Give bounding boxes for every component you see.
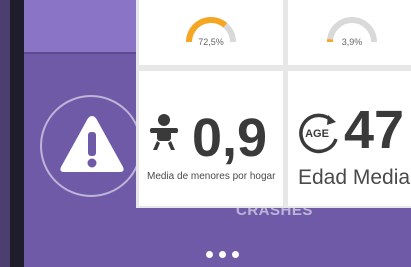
metric-tile-age[interactable]: AGE 47 Edad Media <box>288 71 411 206</box>
warning-triangle-icon <box>60 116 124 172</box>
metric-tile-children[interactable]: 0,9 Media de menores por hogar <box>139 71 283 206</box>
pager-dot-1[interactable] <box>206 251 213 258</box>
metric-tiles-grid: 72,5% 3,9% 0,9 Media de menores por hoga… <box>136 0 411 208</box>
age-average-value: 47 <box>344 100 405 160</box>
crashes-slide-header <box>24 0 144 52</box>
age-icon-text: AGE <box>305 128 329 140</box>
pager-dot-2[interactable] <box>219 251 226 258</box>
slide-pager[interactable] <box>206 251 239 258</box>
baby-icon <box>150 114 178 150</box>
slide-gap <box>10 0 24 267</box>
gauge-tile-2[interactable]: 3,9% <box>288 0 411 65</box>
age-average-caption: Edad Media <box>298 166 411 189</box>
pager-dot-3[interactable] <box>232 251 239 258</box>
age-icon: AGE <box>299 113 338 154</box>
children-average-caption: Media de menores por hogar <box>147 171 276 182</box>
gauge-value-2: 3,9% <box>341 37 363 47</box>
children-average-value: 0,9 <box>192 108 268 168</box>
gauge-value-1: 72,5% <box>198 37 224 47</box>
crashes-slide-divider <box>24 52 144 54</box>
previous-slide-edge <box>0 0 10 267</box>
dashboard-stage: CRASHES 72,5% 3,9% 0,9 Media de menores … <box>0 0 411 267</box>
gauge-tile-1[interactable]: 72,5% <box>139 0 283 65</box>
